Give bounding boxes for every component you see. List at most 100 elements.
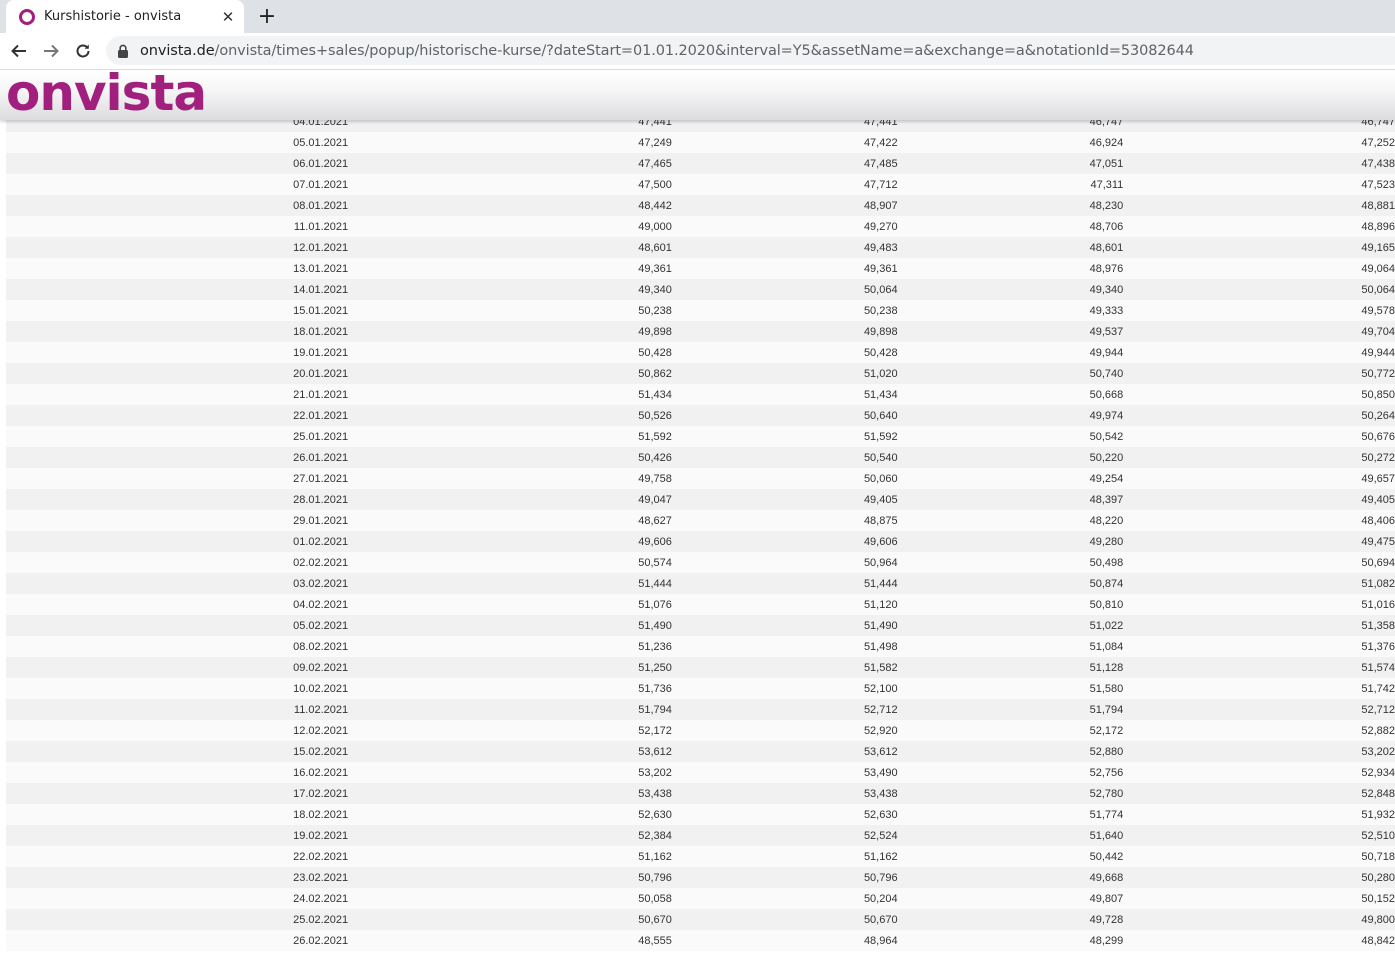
table-row: 02.02.2021 50,574 50,964 50,498 50,694 xyxy=(6,552,1395,573)
date-cell: 26.02.2021 xyxy=(6,930,349,951)
open-cell: 51,444 xyxy=(348,573,672,594)
open-cell: 51,490 xyxy=(348,615,672,636)
table-row: 26.01.2021 50,426 50,540 50,220 50,272 xyxy=(6,447,1395,468)
lock-icon[interactable] xyxy=(117,44,131,58)
date-cell: 08.01.2021 xyxy=(6,195,349,216)
date-cell: 03.02.2021 xyxy=(6,573,349,594)
low-cell: 47,311 xyxy=(897,174,1124,195)
table-row: 26.02.2021 48,555 48,964 48,299 48,842 xyxy=(6,930,1395,951)
forward-button[interactable] xyxy=(38,38,64,64)
open-cell: 50,862 xyxy=(348,363,672,384)
close-cell: 52,882 xyxy=(1123,720,1395,741)
open-cell: 48,627 xyxy=(348,510,672,531)
date-cell: 27.01.2021 xyxy=(6,468,349,489)
low-cell: 49,668 xyxy=(897,867,1124,888)
table-row: 18.02.2021 52,630 52,630 51,774 51,932 xyxy=(6,804,1395,825)
date-cell: 09.02.2021 xyxy=(6,657,349,678)
open-cell: 50,574 xyxy=(348,552,672,573)
table-row: 08.01.2021 48,442 48,907 48,230 48,881 xyxy=(6,195,1395,216)
high-cell: 51,020 xyxy=(671,363,898,384)
low-cell: 52,780 xyxy=(897,783,1124,804)
table-row: 03.02.2021 51,444 51,444 50,874 51,082 xyxy=(6,573,1395,594)
close-cell: 50,694 xyxy=(1123,552,1395,573)
table-row: 22.01.2021 50,526 50,640 49,974 50,264 xyxy=(6,405,1395,426)
high-cell: 49,270 xyxy=(671,216,898,237)
new-tab-button[interactable]: + xyxy=(255,4,279,29)
close-cell: 50,718 xyxy=(1123,846,1395,867)
low-cell: 52,756 xyxy=(897,762,1124,783)
date-cell: 14.01.2021 xyxy=(6,279,349,300)
low-cell: 49,807 xyxy=(897,888,1124,909)
close-cell: 49,704 xyxy=(1123,321,1395,342)
high-cell: 52,712 xyxy=(671,699,898,720)
back-button[interactable] xyxy=(6,38,32,64)
price-history-table-container[interactable]: 04.01.2021 47,441 47,441 46,747 46,747 05.01.… xyxy=(6,111,1395,960)
date-cell: 11.02.2021 xyxy=(6,699,349,720)
low-cell: 48,220 xyxy=(897,510,1124,531)
low-cell: 49,537 xyxy=(897,321,1124,342)
close-cell: 52,712 xyxy=(1123,699,1395,720)
high-cell: 50,796 xyxy=(671,867,898,888)
high-cell: 49,898 xyxy=(671,321,898,342)
browser-toolbar: onvista.de/onvista/times+sales/popup/his… xyxy=(0,33,1395,70)
tab-title: Kurshistorie - onvista xyxy=(44,9,182,24)
high-cell: 49,606 xyxy=(671,531,898,552)
date-cell: 24.02.2021 xyxy=(6,888,349,909)
high-cell: 52,630 xyxy=(671,804,898,825)
forward-arrow-icon xyxy=(44,44,59,58)
close-cell: 51,932 xyxy=(1123,804,1395,825)
low-cell: 48,299 xyxy=(897,930,1124,951)
high-cell: 47,712 xyxy=(671,174,898,195)
close-cell: 49,578 xyxy=(1123,300,1395,321)
low-cell: 51,640 xyxy=(897,825,1124,846)
open-cell: 49,000 xyxy=(348,216,672,237)
open-cell: 50,058 xyxy=(348,888,672,909)
low-cell: 50,542 xyxy=(897,426,1124,447)
open-cell: 50,426 xyxy=(348,447,672,468)
table-row: 13.01.2021 49,361 49,361 48,976 49,064 xyxy=(6,258,1395,279)
browser-tab[interactable]: Kurshistorie - onvista ✕ xyxy=(6,0,244,33)
close-tab-icon[interactable]: ✕ xyxy=(220,8,236,26)
low-cell: 49,944 xyxy=(897,342,1124,363)
open-cell: 51,162 xyxy=(348,846,672,867)
table-row: 01.02.2021 49,606 49,606 49,280 49,475 xyxy=(6,531,1395,552)
url-text[interactable]: onvista.de/onvista/times+sales/popup/his… xyxy=(140,43,1194,59)
date-cell: 29.01.2021 xyxy=(6,510,349,531)
table-row: 22.02.2021 51,162 51,162 50,442 50,718 xyxy=(6,846,1395,867)
low-cell: 48,230 xyxy=(897,195,1124,216)
high-cell: 51,444 xyxy=(671,573,898,594)
low-cell: 50,498 xyxy=(897,552,1124,573)
high-cell: 50,204 xyxy=(671,888,898,909)
high-cell: 50,428 xyxy=(671,342,898,363)
low-cell: 48,976 xyxy=(897,258,1124,279)
reload-button[interactable] xyxy=(70,38,96,64)
date-cell: 06.01.2021 xyxy=(6,153,349,174)
open-cell: 50,428 xyxy=(348,342,672,363)
table-row: 19.02.2021 52,384 52,524 51,640 52,510 xyxy=(6,825,1395,846)
open-cell: 49,758 xyxy=(348,468,672,489)
table-row: 09.02.2021 51,250 51,582 51,128 51,574 xyxy=(6,657,1395,678)
close-cell: 52,848 xyxy=(1123,783,1395,804)
date-cell: 28.01.2021 xyxy=(6,489,349,510)
onvista-logo[interactable]: onvista xyxy=(6,64,207,122)
low-cell: 51,580 xyxy=(897,678,1124,699)
close-cell: 49,944 xyxy=(1123,342,1395,363)
table-row: 14.01.2021 49,340 50,064 49,340 50,064 xyxy=(6,279,1395,300)
low-cell: 51,084 xyxy=(897,636,1124,657)
open-cell: 49,606 xyxy=(348,531,672,552)
address-bar[interactable]: onvista.de/onvista/times+sales/popup/his… xyxy=(106,36,1395,65)
open-cell: 51,794 xyxy=(348,699,672,720)
open-cell: 51,736 xyxy=(348,678,672,699)
close-cell: 48,842 xyxy=(1123,930,1395,951)
date-cell: 18.01.2021 xyxy=(6,321,349,342)
date-cell: 22.01.2021 xyxy=(6,405,349,426)
table-row: 18.01.2021 49,898 49,898 49,537 49,704 xyxy=(6,321,1395,342)
high-cell: 48,964 xyxy=(671,930,898,951)
high-cell: 52,100 xyxy=(671,678,898,699)
price-history-rows: 04.01.2021 47,441 47,441 46,747 46,747 05.01.… xyxy=(6,111,1395,951)
close-cell: 53,202 xyxy=(1123,741,1395,762)
close-cell: 51,742 xyxy=(1123,678,1395,699)
open-cell: 50,796 xyxy=(348,867,672,888)
table-row: 24.02.2021 50,058 50,204 49,807 50,152 xyxy=(6,888,1395,909)
date-cell: 05.02.2021 xyxy=(6,615,349,636)
